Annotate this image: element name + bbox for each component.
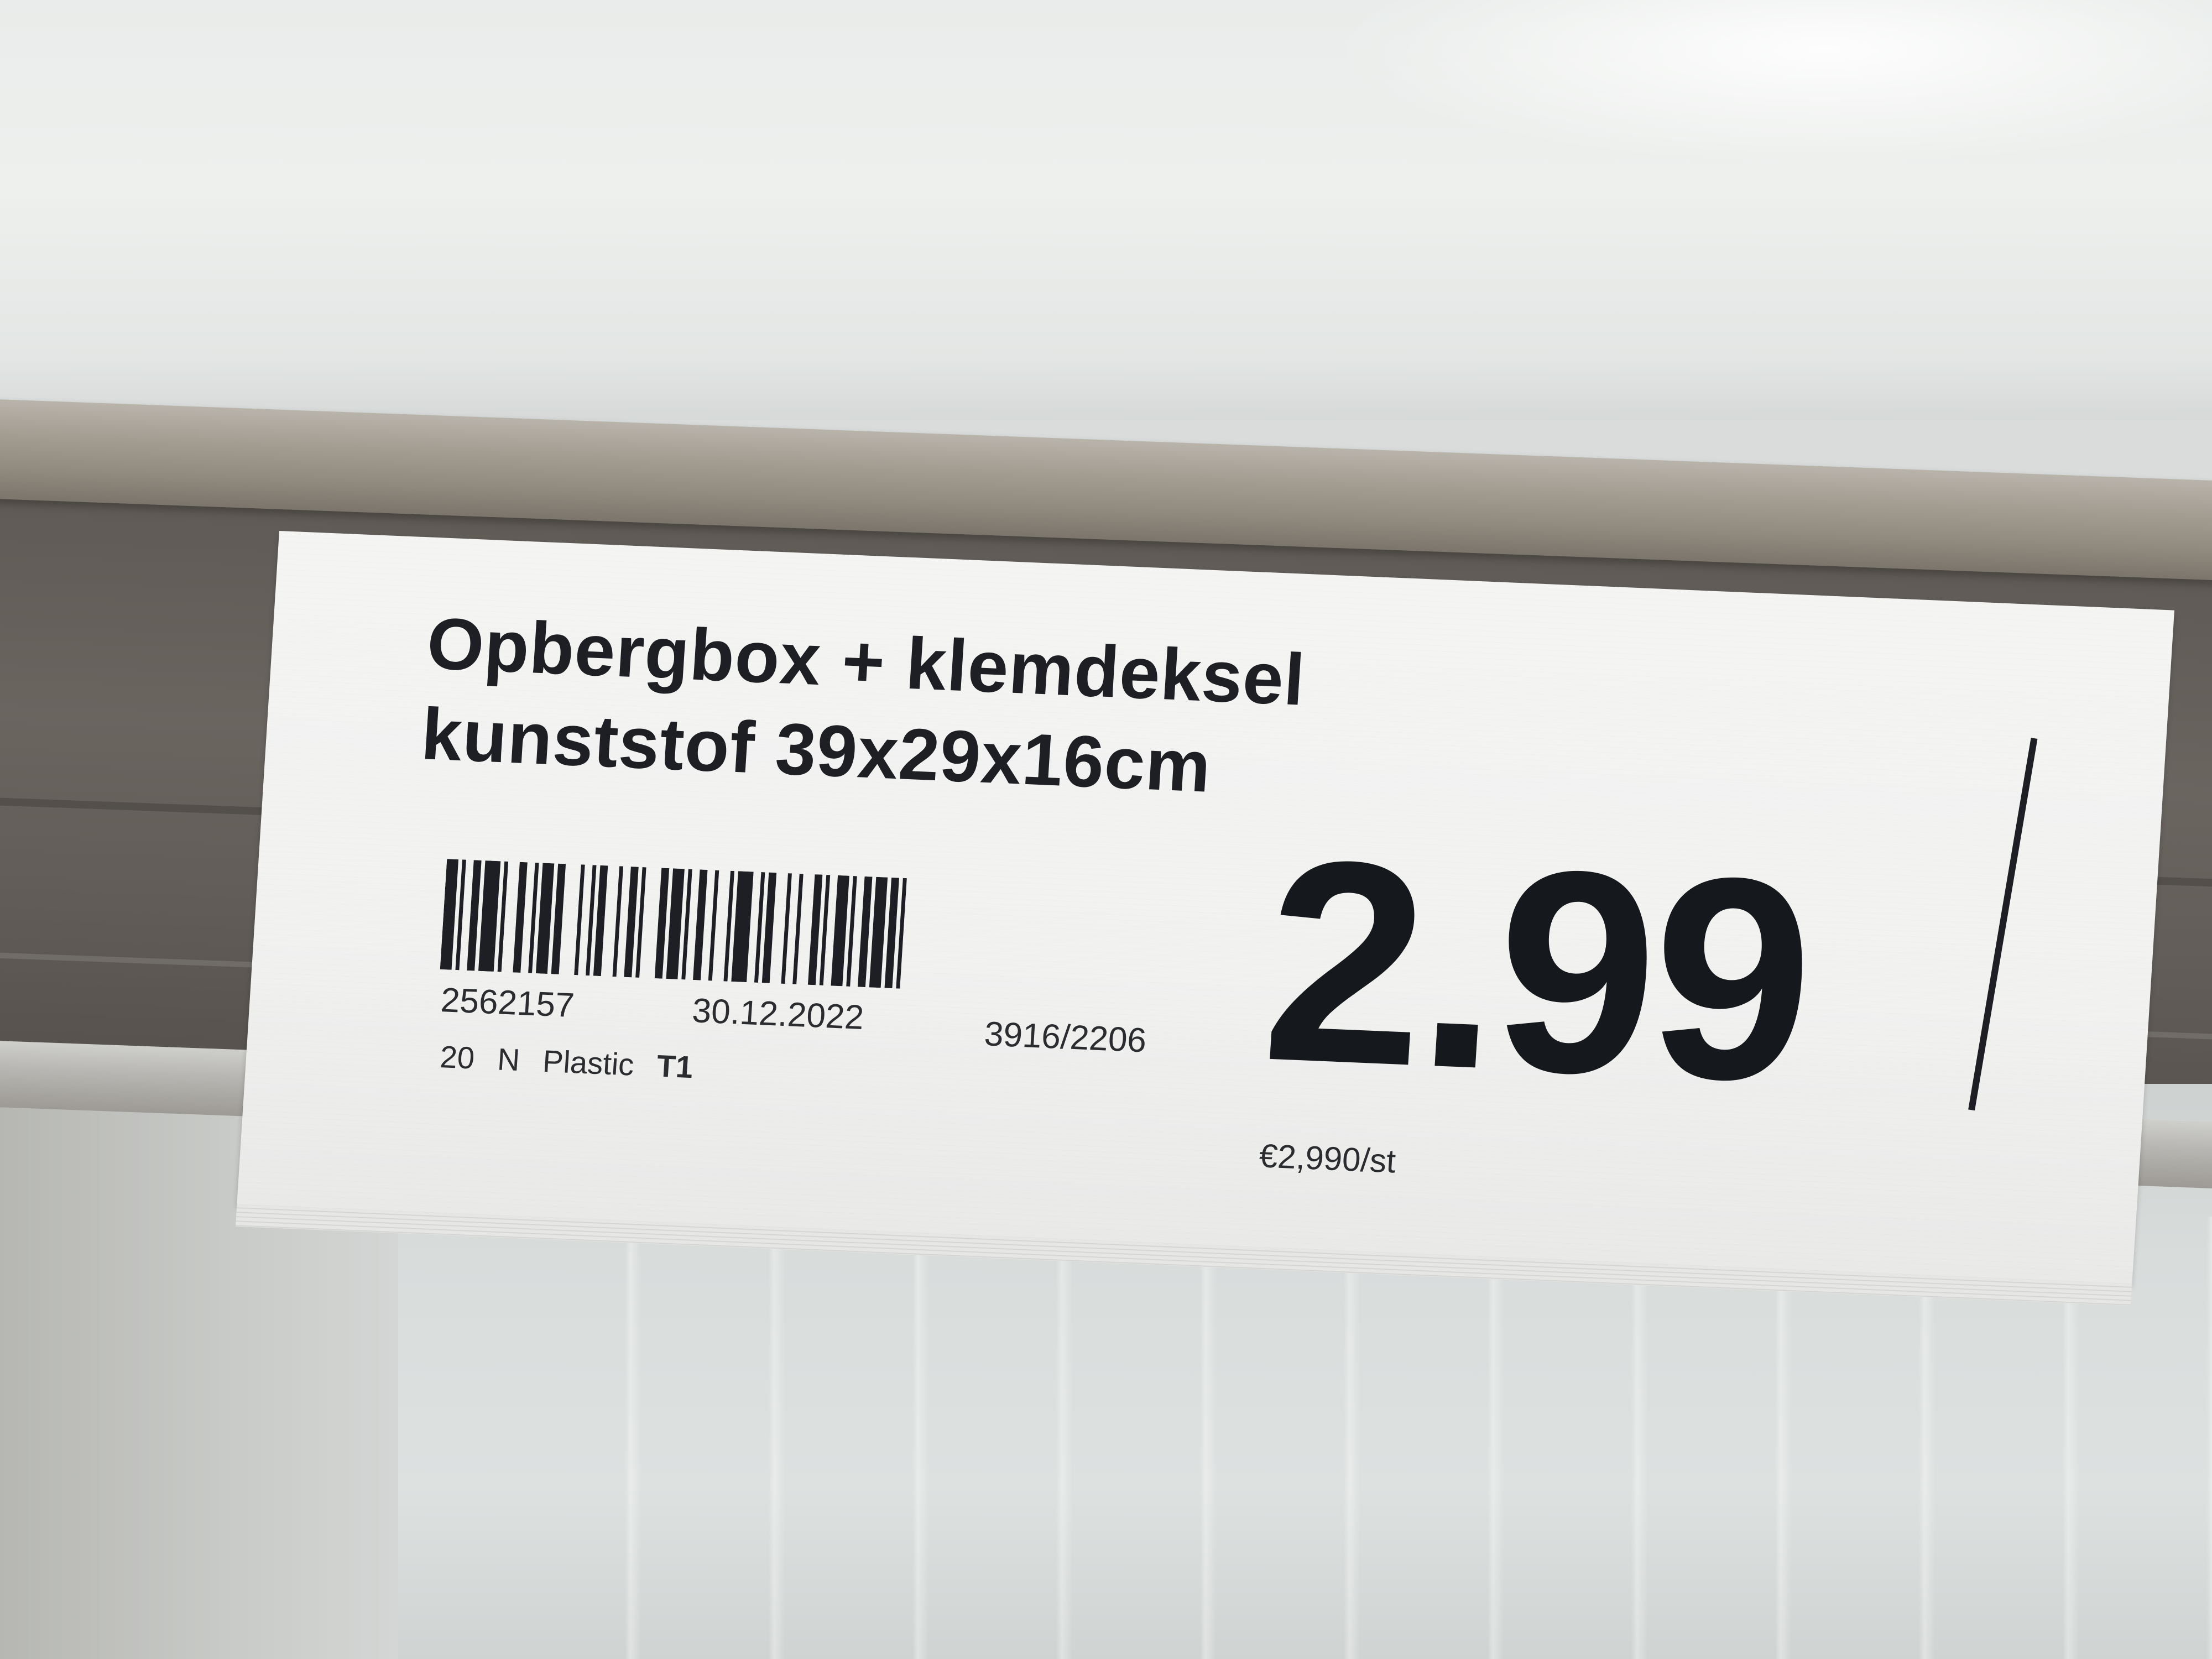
light-reflection: [1327, 0, 2212, 166]
barcode-bar: [869, 877, 888, 988]
barcode-bar: [693, 869, 708, 980]
barcode-bar: [535, 863, 555, 974]
attribute-tag: T1: [655, 1048, 695, 1085]
barcode-bar: [807, 874, 823, 985]
price: 2.99: [1256, 799, 1818, 1142]
barcode-bar: [574, 864, 585, 975]
barcode-bar: [708, 870, 719, 981]
barcode-bar: [467, 860, 482, 971]
barcode: [440, 859, 907, 989]
product-title: Opbergbox + klemdeksel kunststof 39x29x1…: [419, 598, 1307, 816]
barcode-bar: [513, 862, 528, 973]
attribute-flag: N: [496, 1041, 521, 1077]
barcode-bar: [761, 872, 777, 983]
attribute-qty: 20: [439, 1039, 476, 1076]
label-date: 30.12.2022: [691, 992, 865, 1037]
barcode-bar: [612, 866, 624, 977]
barcode-bar: [792, 873, 804, 984]
barcode-bar: [884, 877, 899, 989]
barcode-bar: [731, 871, 754, 983]
barcode-bar: [831, 875, 849, 987]
barcode-bar: [478, 860, 501, 972]
barcode-bar: [654, 868, 670, 979]
barcode-bar: [858, 876, 873, 988]
barcode-bar: [593, 865, 608, 977]
shelf-photo: Opbergbox + klemdeksel kunststof 39x29x1…: [0, 0, 2212, 1659]
price-label: Opbergbox + klemdeksel kunststof 39x29x1…: [235, 531, 2174, 1306]
attribute-material: Plastic: [541, 1043, 635, 1082]
barcode-bar: [666, 868, 685, 979]
reference-code: 3916/2206: [983, 1015, 1148, 1060]
article-number: 2562157: [440, 981, 576, 1025]
barcode-bar: [781, 873, 792, 984]
barcode-bar: [624, 867, 639, 978]
barcode-bar: [551, 863, 566, 974]
unit-price: €2,990/st: [1258, 1137, 1397, 1180]
